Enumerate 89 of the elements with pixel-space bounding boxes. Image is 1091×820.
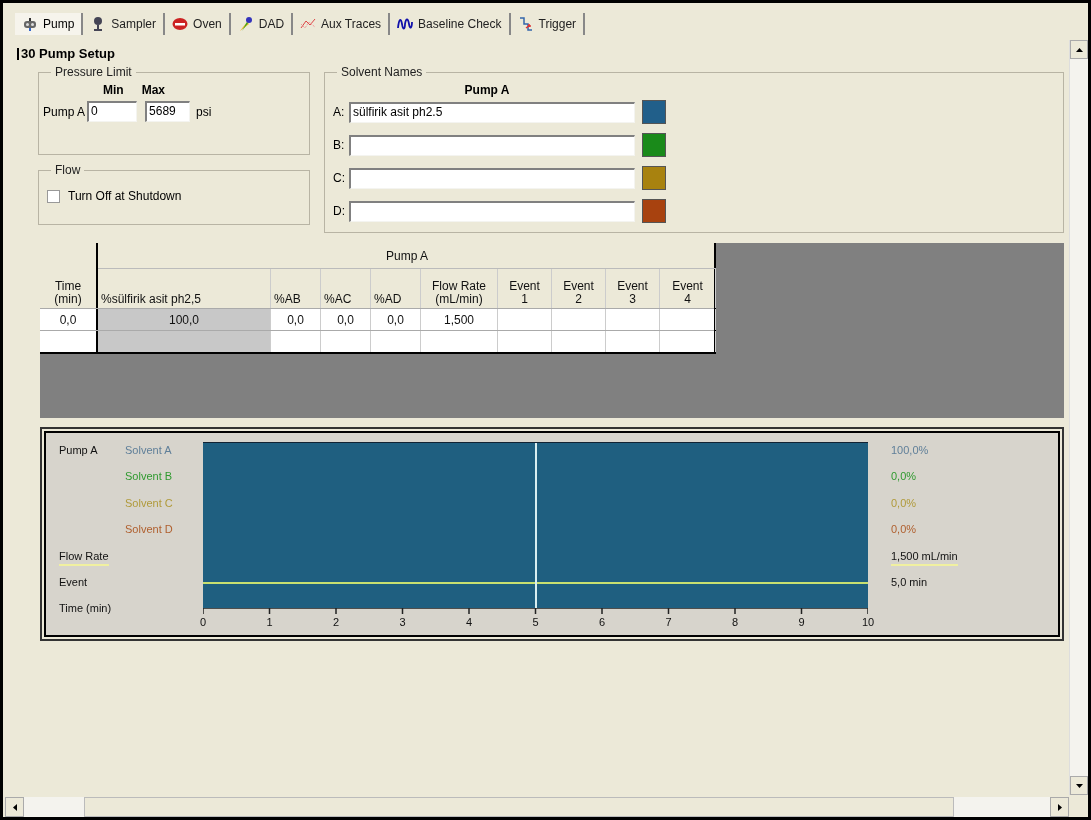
tick-label: 0 bbox=[199, 615, 207, 630]
group-label: Pressure Limit bbox=[54, 64, 133, 81]
column-header: Event 3 bbox=[606, 269, 660, 308]
column-label: Max bbox=[141, 82, 165, 99]
tick-label: 10 bbox=[861, 615, 875, 630]
scroll-left-button[interactable] bbox=[5, 797, 24, 817]
pump-label: Pump A bbox=[59, 443, 99, 458]
scroll-down-button[interactable] bbox=[1070, 776, 1088, 795]
table-cell[interactable]: 1,500 bbox=[421, 309, 498, 330]
tick-label: 7 bbox=[665, 615, 672, 630]
column-header: Event 4 bbox=[660, 269, 716, 308]
tick-label: 1 bbox=[266, 615, 273, 630]
legend-reading: 5,0 min bbox=[891, 574, 928, 590]
vertical-scrollbar[interactable] bbox=[1069, 40, 1088, 795]
cursor-line[interactable] bbox=[534, 443, 537, 608]
column-header: %AC bbox=[321, 269, 371, 308]
legend-label: Solvent D bbox=[125, 522, 173, 538]
table-cell[interactable]: 0,0 bbox=[271, 309, 321, 330]
solvent-letter: B: bbox=[333, 137, 346, 154]
column-header: %sülfirik asit ph2,5 bbox=[98, 269, 271, 308]
horizontal-scrollbar[interactable] bbox=[5, 797, 1069, 817]
tick-label: 5 bbox=[532, 615, 539, 630]
tab[interactable]: Trigger bbox=[510, 13, 586, 35]
solvent-letter: C: bbox=[333, 170, 346, 187]
column-header: Flow Rate (mL/min) bbox=[421, 269, 498, 308]
table-cell[interactable]: 100,0 bbox=[98, 309, 271, 330]
group-label: Solvent Names bbox=[340, 64, 424, 81]
column-header: %AD bbox=[371, 269, 421, 308]
legend-reading: 0,0% bbox=[891, 469, 917, 485]
column-header: %AB bbox=[271, 269, 321, 308]
legend-label: Solvent A bbox=[125, 443, 172, 458]
lamp-icon bbox=[237, 16, 254, 32]
trigger-icon bbox=[517, 16, 534, 32]
right-arrow-icon bbox=[1057, 803, 1062, 811]
legend-label: Solvent C bbox=[125, 495, 173, 511]
table-cell[interactable]: 0,0 bbox=[371, 309, 421, 330]
solvent-name-field[interactable]: sülfirik asit ph2.5 bbox=[349, 101, 635, 123]
tick-label: 4 bbox=[465, 615, 473, 630]
tab[interactable]: DAD bbox=[230, 13, 294, 35]
tab[interactable]: Sampler bbox=[83, 13, 166, 35]
solvent-name-field[interactable] bbox=[349, 134, 635, 156]
tab[interactable]: Baseline Check bbox=[390, 13, 511, 35]
solvent-name-field[interactable] bbox=[349, 200, 635, 222]
scroll-right-button[interactable] bbox=[1050, 797, 1069, 817]
scroll-thumb[interactable] bbox=[84, 797, 954, 817]
down-arrow-icon bbox=[1075, 783, 1083, 788]
column-label: Min bbox=[103, 82, 124, 99]
section-title: 30 Pump Setup bbox=[21, 45, 115, 64]
unit-label: psi bbox=[196, 103, 212, 121]
legend-reading: 0,0% bbox=[891, 495, 917, 511]
robot-icon bbox=[22, 16, 38, 32]
column-header: Event 2 bbox=[552, 269, 606, 308]
table-cell[interactable]: 0,0 bbox=[321, 309, 371, 330]
tick-label: 8 bbox=[731, 615, 739, 630]
max-field[interactable]: 5689 bbox=[145, 101, 191, 122]
tick-label: 3 bbox=[399, 615, 406, 630]
legend-label: Event bbox=[59, 574, 88, 590]
tab[interactable]: Aux Traces bbox=[293, 13, 391, 35]
legend-reading: 0,0% bbox=[891, 522, 917, 538]
checkbox-label: Turn Off at Shutdown bbox=[68, 188, 182, 205]
solvent-letter: A: bbox=[333, 104, 346, 121]
checkbox[interactable] bbox=[47, 189, 60, 203]
pump-header: Pump A bbox=[464, 83, 510, 97]
oven-icon bbox=[172, 16, 189, 32]
wave-icon bbox=[397, 16, 414, 32]
color-swatch[interactable] bbox=[642, 166, 666, 190]
tick-label: 2 bbox=[332, 615, 340, 630]
tab[interactable]: Pump bbox=[15, 13, 84, 35]
up-arrow-icon bbox=[1075, 47, 1083, 52]
color-swatch[interactable] bbox=[642, 199, 666, 223]
tab[interactable]: Oven bbox=[165, 13, 231, 35]
tick-label: 6 bbox=[598, 615, 606, 630]
group-label: Flow bbox=[54, 162, 82, 179]
column-header: Time (min) bbox=[40, 269, 98, 308]
color-swatch[interactable] bbox=[642, 133, 666, 157]
legend-reading: 1,500 mL/min bbox=[891, 547, 958, 567]
solvent-name-field[interactable] bbox=[349, 167, 635, 189]
solvent-letter: D: bbox=[333, 203, 346, 220]
tick-label: 9 bbox=[798, 615, 805, 630]
field-label: Pump A bbox=[43, 103, 86, 121]
legend-reading: 100,0% bbox=[891, 443, 929, 458]
column-header: Event 1 bbox=[498, 269, 552, 308]
legend-label: Solvent B bbox=[125, 469, 173, 485]
legend-label: Flow Rate bbox=[59, 547, 109, 567]
axis-label: Time (min) bbox=[59, 601, 113, 617]
min-field[interactable]: 0 bbox=[87, 101, 138, 122]
scroll-up-button[interactable] bbox=[1070, 40, 1088, 59]
color-swatch[interactable] bbox=[642, 100, 666, 124]
left-arrow-icon bbox=[12, 803, 17, 811]
